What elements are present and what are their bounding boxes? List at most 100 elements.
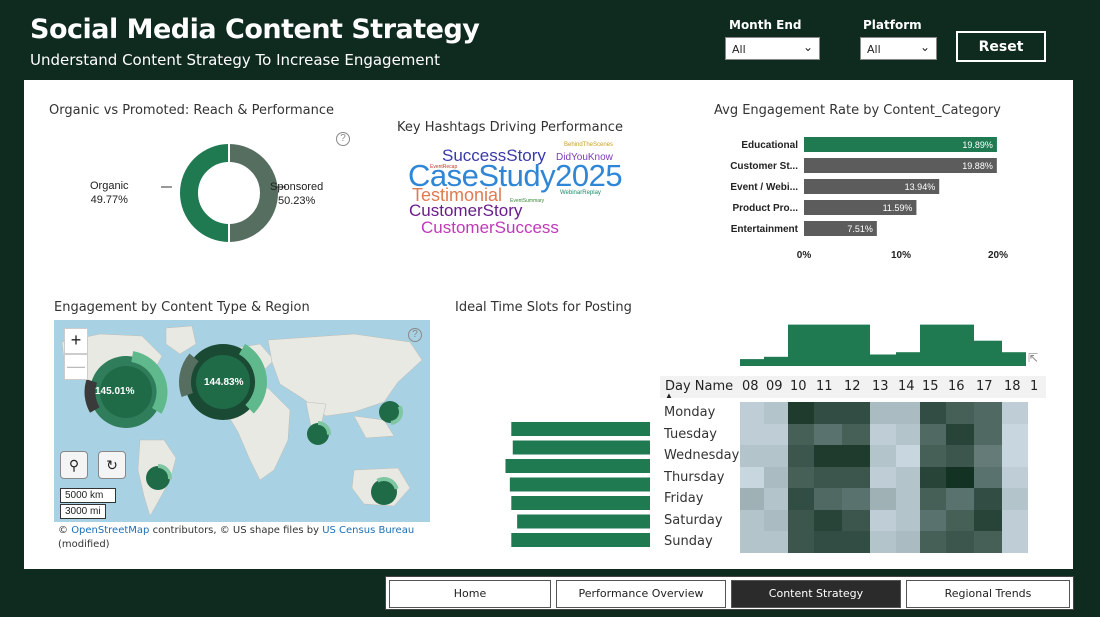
heatmap-cell[interactable] (896, 509, 920, 532)
osm-link[interactable]: OpenStreetMap (71, 525, 149, 536)
platform-dropdown[interactable]: All ⌄ (860, 37, 937, 60)
row-total-bar[interactable] (505, 459, 650, 473)
heatmap-cell[interactable] (788, 531, 814, 553)
heatmap-cell[interactable] (946, 445, 974, 467)
hour-header[interactable]: 10 (790, 379, 807, 394)
heatmap-cell[interactable] (974, 509, 1002, 532)
heatmap-cell[interactable] (740, 466, 764, 489)
heatmap-cell[interactable] (974, 445, 1002, 467)
hour-header[interactable]: 11 (816, 379, 833, 394)
heatmap-cell[interactable] (740, 445, 764, 467)
heatmap-cell[interactable] (814, 402, 842, 424)
column-total-bar[interactable] (974, 340, 1002, 366)
heatmap-cell[interactable] (1002, 531, 1028, 553)
column-total-bar[interactable] (946, 324, 974, 366)
heatmap-cell[interactable] (1002, 509, 1028, 532)
map-reset-icon[interactable]: ↻ (98, 451, 126, 479)
column-total-bar[interactable] (764, 356, 788, 366)
heatmap-cell[interactable] (896, 488, 920, 510)
heatmap-cell[interactable] (946, 466, 974, 489)
heatmap-cell[interactable] (842, 423, 870, 446)
heatmap-cell[interactable] (788, 488, 814, 510)
heatmap-cell[interactable] (764, 402, 788, 424)
heatmap-cell[interactable] (920, 488, 946, 510)
column-total-bar[interactable] (814, 324, 842, 366)
nav-tab-regional-trends[interactable]: Regional Trends (906, 580, 1070, 608)
heatmap-cell[interactable] (974, 402, 1002, 424)
heatmap-cell[interactable] (974, 488, 1002, 510)
heatmap-cell[interactable] (788, 509, 814, 532)
heatmap-cell[interactable] (842, 402, 870, 424)
heatmap-cell[interactable] (920, 466, 946, 489)
nav-tab-home[interactable]: Home (389, 580, 551, 608)
day-row-label[interactable]: Wednesday (664, 448, 739, 463)
heatmap-cell[interactable] (896, 531, 920, 553)
hour-header[interactable]: 1 (1030, 379, 1038, 394)
heatmap-cell[interactable] (788, 402, 814, 424)
heatmap-cell[interactable] (1002, 402, 1028, 424)
map-visual[interactable]: 145.01% 144.83% + — ? ⚲ ↻ 5000 km 3000 m… (54, 320, 430, 522)
heatmap-cell[interactable] (870, 402, 896, 424)
heatmap-cell[interactable] (870, 423, 896, 446)
heatmap-cell[interactable] (842, 488, 870, 510)
heatmap-cell[interactable] (896, 466, 920, 489)
row-total-bar[interactable] (511, 496, 650, 510)
hour-header[interactable]: 15 (922, 379, 939, 394)
row-total-bar[interactable] (511, 422, 650, 436)
day-row-label[interactable]: Saturday (664, 513, 723, 528)
heatmap-cell[interactable] (946, 531, 974, 553)
column-total-bar[interactable] (842, 324, 870, 366)
reset-button[interactable]: Reset (956, 31, 1046, 62)
column-total-bar[interactable] (740, 359, 764, 366)
day-row-label[interactable]: Monday (664, 405, 715, 420)
heatmap-cell[interactable] (842, 445, 870, 467)
heatmap-cell[interactable] (974, 466, 1002, 489)
day-row-label[interactable]: Friday (664, 491, 703, 506)
heatmap-cell[interactable] (740, 509, 764, 532)
expand-icon[interactable]: ⇱ (1028, 351, 1038, 365)
heatmap-cell[interactable] (814, 423, 842, 446)
column-total-bar[interactable] (920, 324, 946, 366)
heatmap-cell[interactable] (740, 402, 764, 424)
heatmap-cell[interactable] (764, 445, 788, 467)
heatmap-cell[interactable] (920, 423, 946, 446)
heatmap-cell[interactable] (764, 488, 788, 510)
heatmap-cell[interactable] (814, 466, 842, 489)
hour-header[interactable]: 18 (1004, 379, 1021, 394)
row-total-bar[interactable] (512, 440, 650, 455)
heatmap-cell[interactable] (1002, 466, 1028, 489)
zoom-out-button[interactable]: — (64, 354, 88, 380)
heatmap-cell[interactable] (870, 531, 896, 553)
day-name-header[interactable]: Day Name (665, 379, 733, 394)
heatmap-cell[interactable] (842, 531, 870, 553)
heatmap-cell[interactable] (764, 466, 788, 489)
zoom-in-button[interactable]: + (64, 328, 88, 354)
heatmap-cell[interactable] (764, 509, 788, 532)
heatmap-cell[interactable] (740, 488, 764, 510)
heatmap-cell[interactable] (974, 423, 1002, 446)
hashtag-word[interactable]: CustomerSuccess (421, 218, 559, 238)
heatmap-cell[interactable] (814, 445, 842, 467)
heatmap-cell[interactable] (1002, 488, 1028, 510)
nav-tab-content-strategy[interactable]: Content Strategy (731, 580, 901, 608)
hour-header[interactable]: 08 (742, 379, 759, 394)
heatmap-cell[interactable] (896, 402, 920, 424)
heatmap-cell[interactable] (896, 445, 920, 467)
heatmap-cell[interactable] (1002, 445, 1028, 467)
heatmap-cell[interactable] (842, 466, 870, 489)
heatmap-cell[interactable] (814, 509, 842, 532)
nav-tab-performance-overview[interactable]: Performance Overview (556, 580, 726, 608)
row-total-bar[interactable] (511, 533, 650, 547)
column-total-bar[interactable] (870, 354, 896, 367)
column-total-bar[interactable] (1002, 352, 1026, 366)
heatmap-cell[interactable] (870, 509, 896, 532)
heatmap-cell[interactable] (870, 466, 896, 489)
heatmap-cell[interactable] (1002, 423, 1028, 446)
column-total-bar[interactable] (788, 324, 814, 366)
heatmap-cell[interactable] (814, 488, 842, 510)
day-row-label[interactable]: Tuesday (664, 427, 717, 442)
hour-header[interactable]: 12 (844, 379, 861, 394)
heatmap-cell[interactable] (788, 466, 814, 489)
heatmap-cell[interactable] (920, 531, 946, 553)
day-row-label[interactable]: Sunday (664, 534, 713, 549)
